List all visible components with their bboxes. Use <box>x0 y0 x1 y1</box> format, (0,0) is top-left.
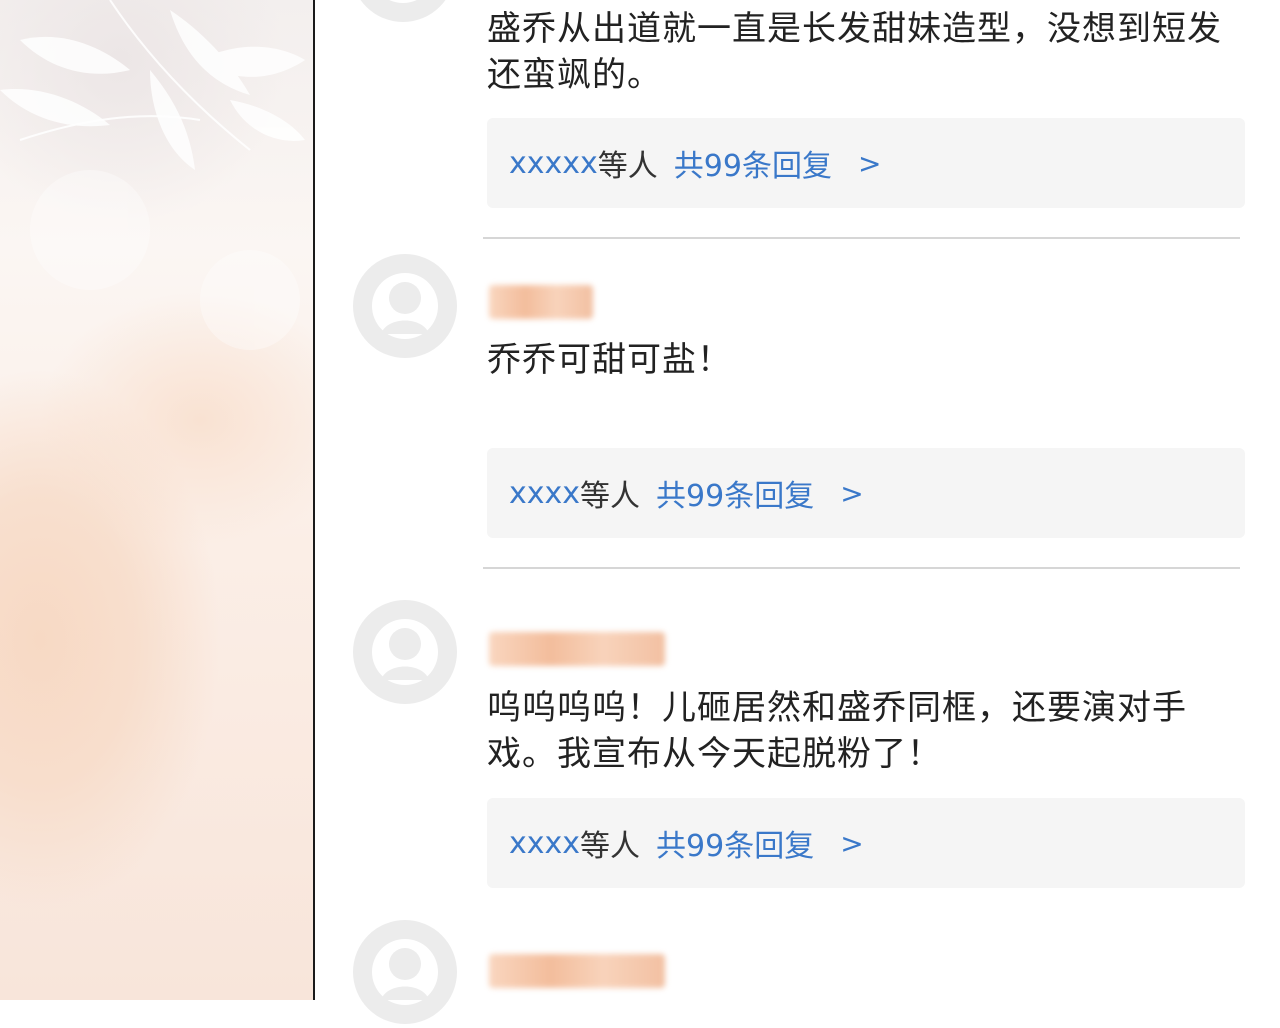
comment-text: 乔乔可甜可盐！ <box>487 340 732 380</box>
username-blurred[interactable] <box>489 285 593 319</box>
comment-list[interactable]: 盛乔从出道就一直是长发甜妹造型，没想到短发还蛮飒的。 xxxxx 等人 共99条… <box>315 0 1280 1024</box>
default-user-avatar-icon[interactable] <box>353 600 457 704</box>
reply-usernames[interactable]: xxxx <box>509 826 580 861</box>
reply-usernames[interactable]: xxxx <box>509 476 580 511</box>
view-replies-button[interactable]: xxxx 等人 共99条回复 > <box>487 798 1245 888</box>
reply-count-link[interactable]: 共99条回复 <box>656 471 814 515</box>
username-blurred[interactable] <box>489 954 665 988</box>
reply-etc-label: 等人 <box>597 149 658 184</box>
view-replies-button[interactable]: xxxxx 等人 共99条回复 > <box>487 118 1245 208</box>
comment-text: 盛乔从出道就一直是长发甜妹造型，没想到短发还蛮飒的。 <box>487 9 1222 95</box>
chevron-right-icon: > <box>840 826 864 860</box>
reply-etc-label: 等人 <box>580 829 641 864</box>
reply-count-link[interactable]: 共99条回复 <box>656 821 814 865</box>
comment-divider <box>483 237 1240 239</box>
reply-etc-label: 等人 <box>580 479 641 514</box>
comment-text: 呜呜呜呜！儿砸居然和盛乔同框，还要演对手戏。我宣布从今天起脱粉了！ <box>487 688 1187 774</box>
username-blurred[interactable] <box>489 632 665 666</box>
view-replies-button[interactable]: xxxx 等人 共99条回复 > <box>487 448 1245 538</box>
default-user-avatar-icon[interactable] <box>353 920 457 1024</box>
decorative-art-panel <box>0 0 313 1000</box>
reply-count-link[interactable]: 共99条回复 <box>674 141 832 185</box>
chevron-right-icon: > <box>840 476 864 510</box>
leaf-illustration <box>0 0 305 350</box>
chevron-right-icon: > <box>857 146 882 180</box>
comment-divider <box>483 567 1240 569</box>
default-user-avatar-icon[interactable] <box>353 254 457 358</box>
default-user-avatar-icon[interactable] <box>351 0 455 22</box>
reply-usernames[interactable]: xxxxx <box>509 146 598 181</box>
